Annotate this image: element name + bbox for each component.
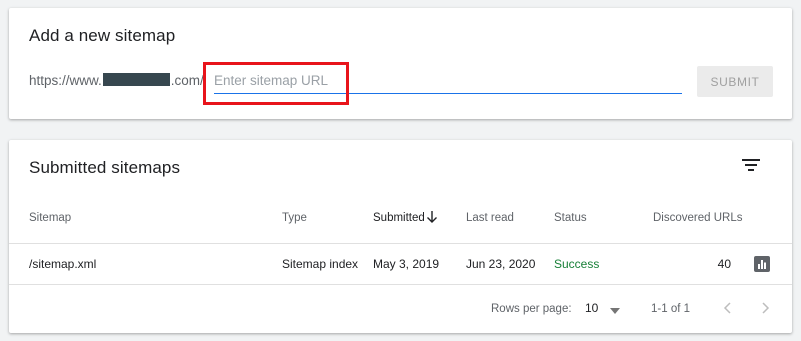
url-prefix: https://www. .com/ [29, 73, 204, 88]
rows-per-page-label: Rows per page: [491, 303, 572, 315]
cell-status: Success [554, 257, 600, 271]
rows-per-page-select[interactable]: 10 [585, 301, 598, 315]
cell-sitemap: /sitemap.xml [29, 257, 97, 271]
cell-submitted: May 3, 2019 [373, 257, 440, 271]
cell-last-read: Jun 23, 2020 [466, 257, 536, 271]
submitted-sitemaps-title: Submitted sitemaps [29, 158, 181, 177]
bar-chart-icon[interactable] [754, 256, 770, 272]
chevron-right-icon[interactable] [758, 301, 772, 315]
filter-list-icon[interactable] [741, 157, 761, 173]
caret-down-icon[interactable] [610, 308, 620, 314]
header-divider [9, 243, 792, 244]
url-prefix-start: https://www. [29, 73, 102, 88]
row-divider [9, 284, 792, 285]
chevron-left-icon[interactable] [721, 301, 735, 315]
url-prefix-end: .com/ [170, 73, 204, 88]
redacted-domain [102, 73, 170, 86]
column-header-discovered-urls[interactable]: Discovered URLs [653, 212, 742, 224]
cell-discovered-urls: 40 [717, 257, 731, 271]
column-header-submitted[interactable]: Submitted [373, 212, 425, 224]
add-sitemap-card: Add a new sitemap https://www. .com/ SUBM… [9, 8, 792, 119]
arrow-down-icon[interactable] [426, 210, 438, 224]
pagination-range: 1-1 of 1 [651, 303, 690, 315]
add-sitemap-title: Add a new sitemap [29, 26, 176, 45]
submitted-sitemaps-card: Submitted sitemaps Sitemap Type Submitte… [9, 140, 792, 333]
column-header-type[interactable]: Type [282, 212, 307, 224]
column-header-last-read[interactable]: Last read [466, 212, 514, 224]
submit-button[interactable]: SUBMIT [697, 66, 773, 97]
column-header-status[interactable]: Status [554, 212, 587, 224]
sitemap-url-input[interactable] [214, 68, 682, 94]
cell-type: Sitemap index [282, 257, 359, 271]
column-header-sitemap[interactable]: Sitemap [29, 212, 71, 224]
